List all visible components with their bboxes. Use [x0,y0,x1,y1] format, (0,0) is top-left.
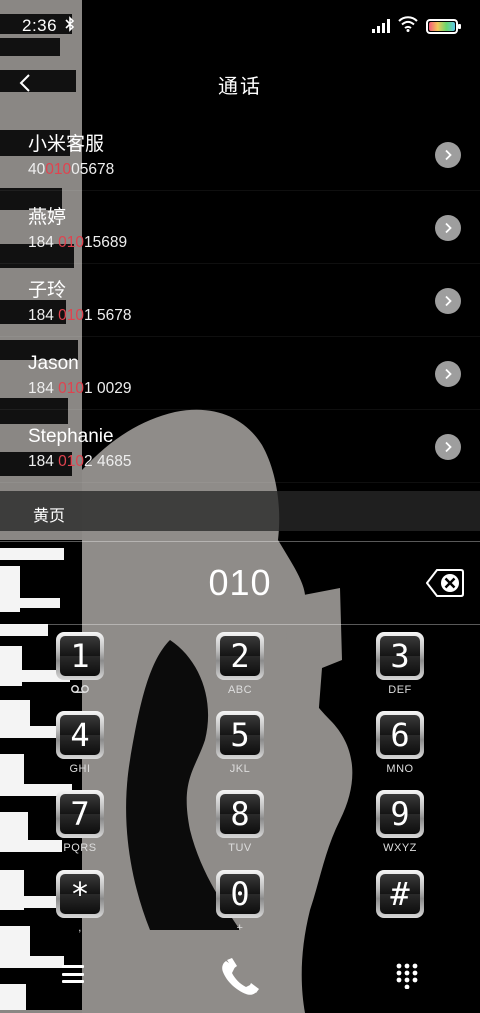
chevron-right-icon[interactable] [435,434,461,460]
phone-call-icon[interactable] [218,957,262,997]
key-hash[interactable]: # [372,870,428,922]
chevron-right-icon[interactable] [435,142,461,168]
chevron-right-icon[interactable] [435,361,461,387]
dial-display: 010 [0,541,480,625]
contact-number: 4001005678 [28,161,115,178]
signal-icon [372,19,390,33]
key-8[interactable]: 8 TUV [212,790,268,854]
yellow-pages-section[interactable]: 黄页 [0,491,480,531]
wifi-icon [398,15,418,37]
bottom-bar [0,945,480,1007]
contact-list: 小米客服 4001005678 燕婷 184 01015689 子玲 184 0… [0,118,480,483]
key-0[interactable]: 0 + [212,870,268,934]
status-bar: 2:36 [0,0,480,52]
contact-name: 子玲 [28,280,67,301]
key-star[interactable]: * , [52,870,108,934]
contact-number: 184 01015689 [28,234,128,251]
dial-input[interactable]: 010 [208,562,271,604]
dialpad-icon[interactable] [396,963,418,990]
key-4[interactable]: 4 GHI [52,711,108,775]
key-6[interactable]: 6 MNO [372,711,428,775]
key-2[interactable]: 2 ABC [212,632,268,696]
bluetooth-icon [65,16,75,36]
chevron-left-icon[interactable] [10,68,40,98]
contact-item[interactable]: 子玲 184 0101 5678 [0,264,480,337]
key-7[interactable]: 7 PQRS [52,790,108,854]
backspace-icon[interactable] [425,568,464,598]
contact-number: 184 0101 5678 [28,307,132,324]
contact-item[interactable]: Stephanie 184 0102 4685 [0,410,480,483]
key-9[interactable]: 9 WXYZ [372,790,428,854]
contact-name: 小米客服 [28,134,105,155]
page-title: 通话 [218,75,262,98]
contact-number: 184 0102 4685 [28,453,132,470]
chevron-right-icon[interactable] [435,215,461,241]
contact-name: Jason [28,353,79,374]
status-time: 2:36 [22,16,58,35]
contact-item[interactable]: 小米客服 4001005678 [0,118,480,191]
key-3[interactable]: 3 DEF [372,632,428,696]
title-bar: 通话 [0,52,480,116]
contact-name: 燕婷 [28,207,67,228]
chevron-right-icon[interactable] [435,288,461,314]
contact-number: 184 0101 0029 [28,380,132,397]
key-5[interactable]: 5 JKL [212,711,268,775]
key-1[interactable]: 1 [52,632,108,693]
contact-item[interactable]: Jason 184 0101 0029 [0,337,480,410]
battery-icon [426,18,461,34]
contact-name: Stephanie [28,426,114,447]
menu-icon[interactable] [62,965,84,983]
contact-item[interactable]: 燕婷 184 01015689 [0,191,480,264]
voicemail-icon [40,684,120,697]
